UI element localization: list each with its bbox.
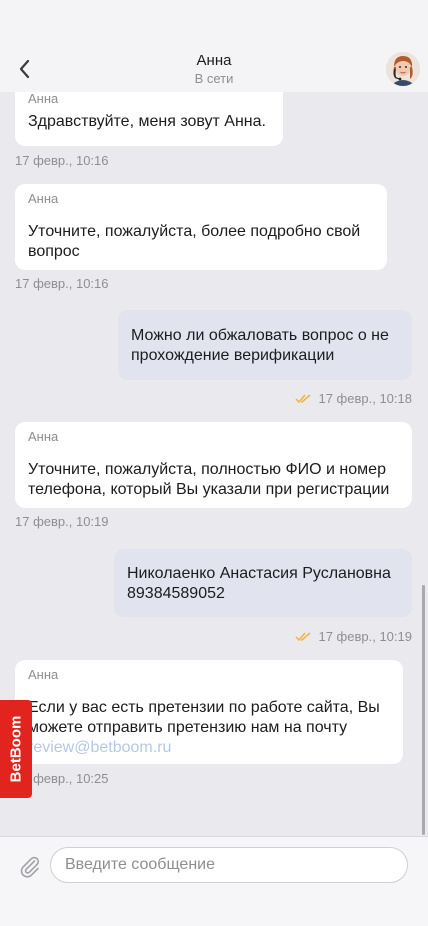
message-text: Уточните, пожалуйста, полностью ФИО и но… [28, 461, 390, 498]
double-check-icon [295, 393, 311, 403]
message-text: Можно ли обжаловать вопрос о не прохожде… [131, 327, 389, 364]
contact-name: Анна [196, 52, 232, 69]
chat-scrollbar[interactable] [422, 585, 425, 835]
chat-header: Анна В сети [0, 0, 428, 92]
message-timestamp: 17 февр., 10:16 [15, 276, 109, 291]
sender-name: Анна [28, 667, 59, 682]
message-timestamp: 17 февр., 10:19 [318, 629, 412, 644]
avatar[interactable] [386, 52, 420, 86]
message-bubble-incoming[interactable]: Анна Уточните, пожалуйста, более подробн… [15, 184, 387, 270]
message-status: 17 февр., 10:19 [295, 629, 412, 644]
sender-name: Анна [28, 92, 59, 106]
composer-bar [0, 836, 428, 926]
message-bubble-outgoing[interactable]: Можно ли обжаловать вопрос о не прохожде… [118, 310, 412, 380]
paperclip-icon [20, 856, 40, 878]
message-bubble-outgoing[interactable]: Николаенко Анастасия Руслановна 89384589… [114, 549, 412, 617]
message-timestamp: 17 февр., 10:16 [15, 153, 109, 168]
message-text: Уточните, пожалуйста, более подробно сво… [28, 223, 361, 260]
message-timestamp: 17 февр., 10:19 [15, 514, 109, 529]
operator-avatar-icon [386, 52, 420, 86]
message-status: 17 февр., 10:18 [295, 391, 412, 406]
double-check-icon [295, 631, 311, 641]
message-bubble-incoming[interactable]: Анна Уточните, пожалуйста, полностью ФИО… [15, 422, 412, 508]
chat-area[interactable]: Анна Здравствуйте, меня зовут Анна. 17 ф… [0, 92, 428, 836]
betboom-badge[interactable]: BetBoom [0, 700, 32, 798]
message-text: Если у вас есть претензии по работе сайт… [28, 699, 380, 758]
sender-name: Анна [28, 429, 59, 444]
email-link[interactable]: review@betboom.ru [28, 738, 380, 758]
message-bubble-incoming[interactable]: Анна Здравствуйте, меня зовут Анна. [15, 92, 283, 146]
message-text: Николаенко Анастасия Руслановна 89384589… [127, 565, 391, 602]
message-bubble-incoming[interactable]: Анна Если у вас есть претензии по работе… [15, 660, 403, 764]
badge-label: BetBoom [7, 715, 25, 783]
message-input[interactable] [50, 847, 408, 883]
attach-button[interactable] [18, 854, 42, 878]
message-text: Здравствуйте, меня зовут Анна. [28, 113, 266, 130]
message-timestamp: 17 февр., 10:18 [318, 391, 412, 406]
contact-status: В сети [194, 71, 234, 86]
sender-name: Анна [28, 191, 59, 206]
